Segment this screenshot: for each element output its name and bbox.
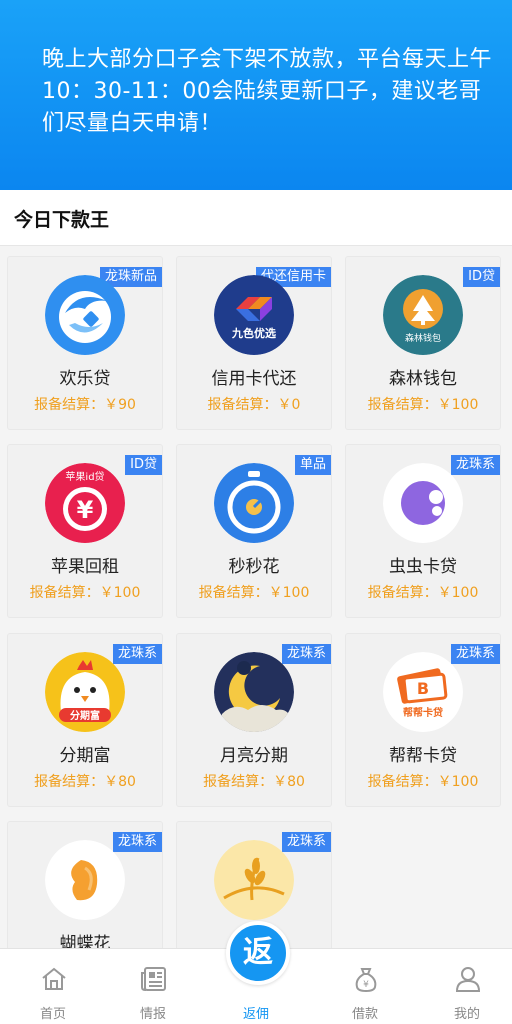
logo-text: 帮帮卡贷 (403, 706, 443, 719)
category-tag: 龙珠系 (281, 644, 331, 664)
stopwatch-icon (214, 463, 294, 543)
notice-banner: 晚上大部分口子会下架不放款，平台每天上午10：30-11：00会陆续更新口子，建… (0, 0, 512, 190)
tab-loan[interactable]: ¥ 借款 (314, 949, 416, 1024)
product-card[interactable]: ID贷 ¥ 苹果id贷 苹果回租 报备结算：￥100 (8, 445, 162, 617)
product-card[interactable]: 代还信用卡 九色优选 信用卡代还 报备结算：￥0 (177, 257, 331, 429)
product-name: 月亮分期 (220, 746, 288, 766)
news-icon (141, 967, 166, 992)
tab-label: 返佣 (242, 1007, 269, 1022)
forest-wallet-icon: 森林钱包 (383, 275, 463, 355)
purple-blob-icon (383, 463, 463, 543)
product-card[interactable]: 龙珠系 月亮分期 报备结算：￥80 (177, 634, 331, 806)
product-price: 报备结算：￥80 (34, 774, 136, 790)
category-tag: 龙珠系 (450, 455, 500, 475)
wheat-icon (214, 840, 294, 920)
category-tag: 龙珠系 (450, 644, 500, 664)
product-card[interactable]: 龙珠系 分期富 分期富 报备结算：￥80 (8, 634, 162, 806)
home-icon (42, 967, 66, 990)
tab-profile[interactable]: 我的 (416, 949, 512, 1024)
logo-text: 分期富 (70, 709, 100, 722)
category-tag: ID贷 (463, 267, 500, 287)
butterfly-icon (45, 840, 125, 920)
money-bag-icon: ¥ (355, 968, 377, 993)
product-price: 报备结算：￥80 (203, 774, 305, 790)
moon-icon (214, 652, 294, 732)
product-card[interactable]: 龙珠新品 欢乐贷 报备结算：￥90 (8, 257, 162, 429)
product-name: 帮帮卡贷 (389, 746, 457, 766)
category-tag: 龙珠系 (112, 644, 162, 664)
section-header: 今日下款王 (0, 190, 512, 246)
product-card[interactable]: 龙珠系 虫虫卡贷 报备结算：￥100 (346, 445, 500, 617)
product-name: 苹果回租 (51, 557, 119, 577)
product-price: 报备结算：￥100 (198, 585, 310, 601)
dolphin-icon (45, 275, 125, 355)
tab-news[interactable]: 情报 (102, 949, 204, 1024)
product-price: 报备结算：￥100 (29, 585, 141, 601)
product-card[interactable]: ID贷 森林钱包 森林钱包 报备结算：￥100 (346, 257, 500, 429)
product-grid: 龙珠新品 欢乐贷 报备结算：￥90 代还信用卡 九色优选 信用卡代还 报备结算：… (0, 247, 512, 994)
product-price: 报备结算：￥100 (367, 397, 479, 413)
logo-text: 九色优选 (231, 326, 276, 340)
tab-label: 情报 (139, 1007, 166, 1022)
svg-text:¥: ¥ (77, 496, 94, 524)
svg-text:B: B (417, 679, 429, 698)
category-tag: ID贷 (125, 455, 162, 475)
category-tag: 龙珠系 (112, 832, 162, 852)
product-name: 欢乐贷 (59, 369, 111, 389)
product-price: 报备结算：￥100 (367, 585, 479, 601)
logo-text: 森林钱包 (405, 332, 441, 344)
product-price: 报备结算：￥90 (34, 397, 136, 413)
category-tag: 龙珠系 (281, 832, 331, 852)
product-price: 报备结算：￥0 (207, 397, 301, 413)
product-name: 分期富 (59, 746, 111, 766)
product-name: 信用卡代还 (211, 369, 297, 389)
user-icon (455, 967, 481, 992)
tab-label: 我的 (453, 1007, 480, 1022)
product-name: 秒秒花 (228, 557, 280, 577)
jiuse-youxuan-icon: 九色优选 (214, 275, 294, 355)
notice-text: 晚上大部分口子会下架不放款，平台每天上午10：30-11：00会陆续更新口子，建… (42, 47, 493, 136)
product-card[interactable]: 龙珠系 B 帮帮卡贷 帮帮卡贷 报备结算：￥100 (346, 634, 500, 806)
tab-home[interactable]: 首页 (2, 949, 104, 1024)
yen-coin-icon: ¥ 苹果id贷 (45, 463, 125, 543)
svg-text:¥: ¥ (363, 980, 369, 990)
rebate-button[interactable]: 返 (226, 921, 290, 985)
product-card[interactable]: 单品 秒秒花 报备结算：￥100 (177, 445, 331, 617)
logo-text: 苹果id贷 (65, 470, 104, 483)
product-name: 虫虫卡贷 (389, 557, 457, 577)
card-stack-icon: B 帮帮卡贷 (383, 652, 463, 732)
tab-label: 借款 (351, 1007, 378, 1022)
product-name: 森林钱包 (389, 369, 457, 389)
chick-icon: 分期富 (45, 652, 125, 732)
tab-label: 首页 (39, 1007, 66, 1022)
section-title: 今日下款王 (14, 209, 110, 231)
product-price: 报备结算：￥100 (367, 774, 479, 790)
category-tag: 单品 (294, 455, 331, 475)
